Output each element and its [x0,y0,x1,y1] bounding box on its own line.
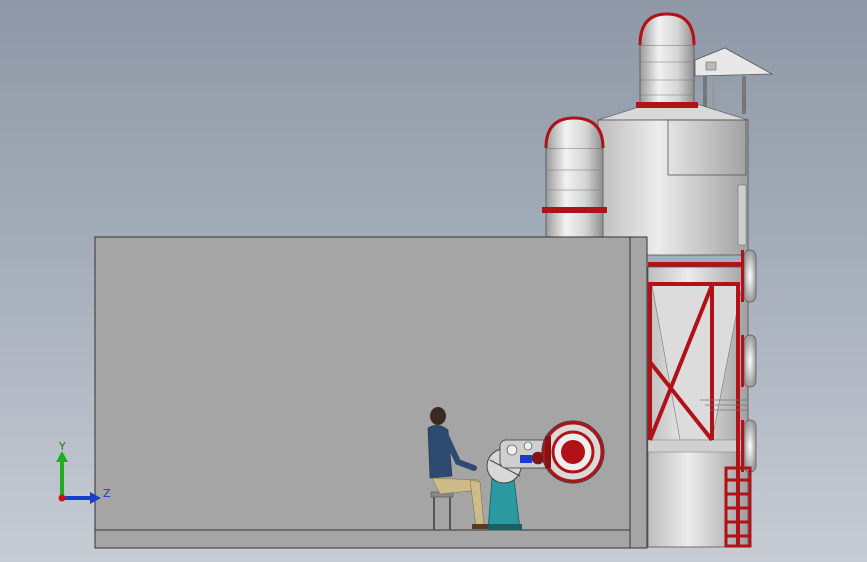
booth-enclosure [94,236,648,549]
origin-marker [58,494,66,502]
spindle-flange [541,420,605,484]
chimney-hood [694,47,774,114]
z-axis-label: Z [103,487,111,500]
exhaust-pipe-middle [542,116,607,239]
coordinate-triad: Y Z [56,440,111,504]
exhaust-pipe-top [636,12,698,108]
cad-model-viewport[interactable] [0,0,867,562]
z-axis-arrowhead [90,492,101,504]
y-axis-label: Y [58,440,66,453]
side-ports [741,249,757,473]
